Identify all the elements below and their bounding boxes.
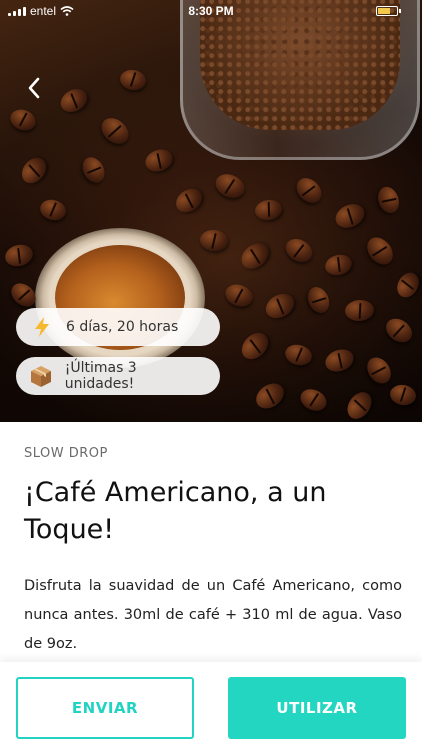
use-button[interactable]: UTILIZAR [228,677,406,739]
battery-tip [399,9,401,13]
stock-badge: ¡Últimas 3 unidades! [16,357,220,395]
product-title: ¡Café Americano, a un Toque! [24,477,327,545]
status-bar: entel 8:30 PM [0,0,422,22]
product-description: Disfruta la suavidad de un Café American… [24,578,402,652]
stock-text: ¡Últimas 3 unidades! [64,360,137,392]
battery-icon [376,6,398,16]
action-bar: ENVIAR UTILIZAR [0,662,422,750]
back-button[interactable] [18,72,50,104]
time-left-badge: 6 días, 20 horas [16,308,220,346]
send-button[interactable]: ENVIAR [16,677,194,739]
package-box-icon [28,364,55,388]
product-category: SLOW DROP [24,446,108,461]
chevron-left-icon [28,77,40,99]
product-hero-image: entel 8:30 PM 6 días, 20 horas ¡Últimas … [0,0,422,422]
time-left-text: 6 días, 20 horas [66,319,179,335]
status-time: 8:30 PM [188,4,234,18]
lightning-icon [28,316,56,338]
